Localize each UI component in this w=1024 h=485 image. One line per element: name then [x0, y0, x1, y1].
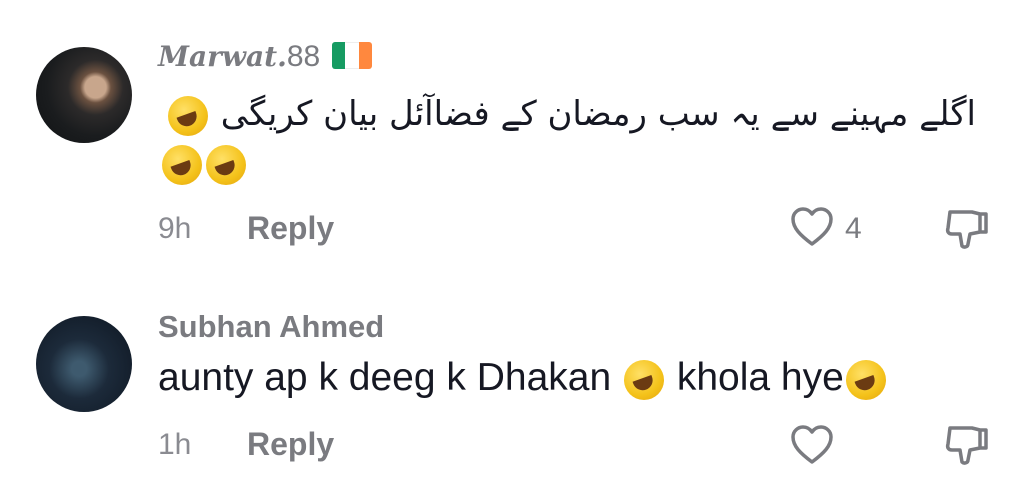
avatar[interactable] [36, 316, 132, 412]
comment-time: 9h [158, 212, 192, 245]
avatar[interactable] [36, 47, 132, 143]
like-button[interactable] [790, 424, 834, 470]
rolling-on-floor-laughing-icon [167, 95, 208, 136]
rolling-on-floor-laughing-icon [162, 145, 202, 185]
like-count: 4 [845, 212, 862, 245]
emoji-row [160, 145, 248, 185]
dislike-button[interactable] [944, 422, 990, 470]
reply-button[interactable]: Reply [247, 426, 334, 463]
comment-time: 1h [158, 428, 192, 461]
rolling-on-floor-laughing-icon [206, 145, 246, 185]
comment-text-part2: khola hye [665, 356, 844, 399]
rolling-on-floor-laughing-icon [845, 359, 886, 400]
heart-icon [791, 207, 833, 246]
comment-text: aunty ap k deeg k Dhakan khola hye [158, 356, 888, 400]
ireland-flag-icon [331, 42, 372, 69]
thumbs-down-icon [945, 426, 988, 465]
heart-icon [791, 425, 833, 464]
reply-button[interactable]: Reply [247, 210, 334, 247]
thumbs-down-icon [945, 210, 988, 249]
username[interactable]: Marwat.88 [158, 40, 372, 74]
comment-text-part1: aunty ap k deeg k Dhakan [158, 356, 622, 399]
username-number: 88 [286, 40, 321, 73]
dislike-button[interactable] [944, 206, 990, 254]
comment-text-urdu: اگلے مہینے سے یہ سب رمضان کے فضاآئل بیان… [220, 94, 976, 134]
username[interactable]: Subhan Ahmed [158, 309, 384, 345]
username-text: Marwat. [158, 40, 287, 73]
like-button[interactable] [790, 206, 834, 252]
rolling-on-floor-laughing-icon [623, 359, 664, 400]
comment-text: اگلے مہینے سے یہ سب رمضان کے فضاآئل بیان… [158, 90, 976, 138]
